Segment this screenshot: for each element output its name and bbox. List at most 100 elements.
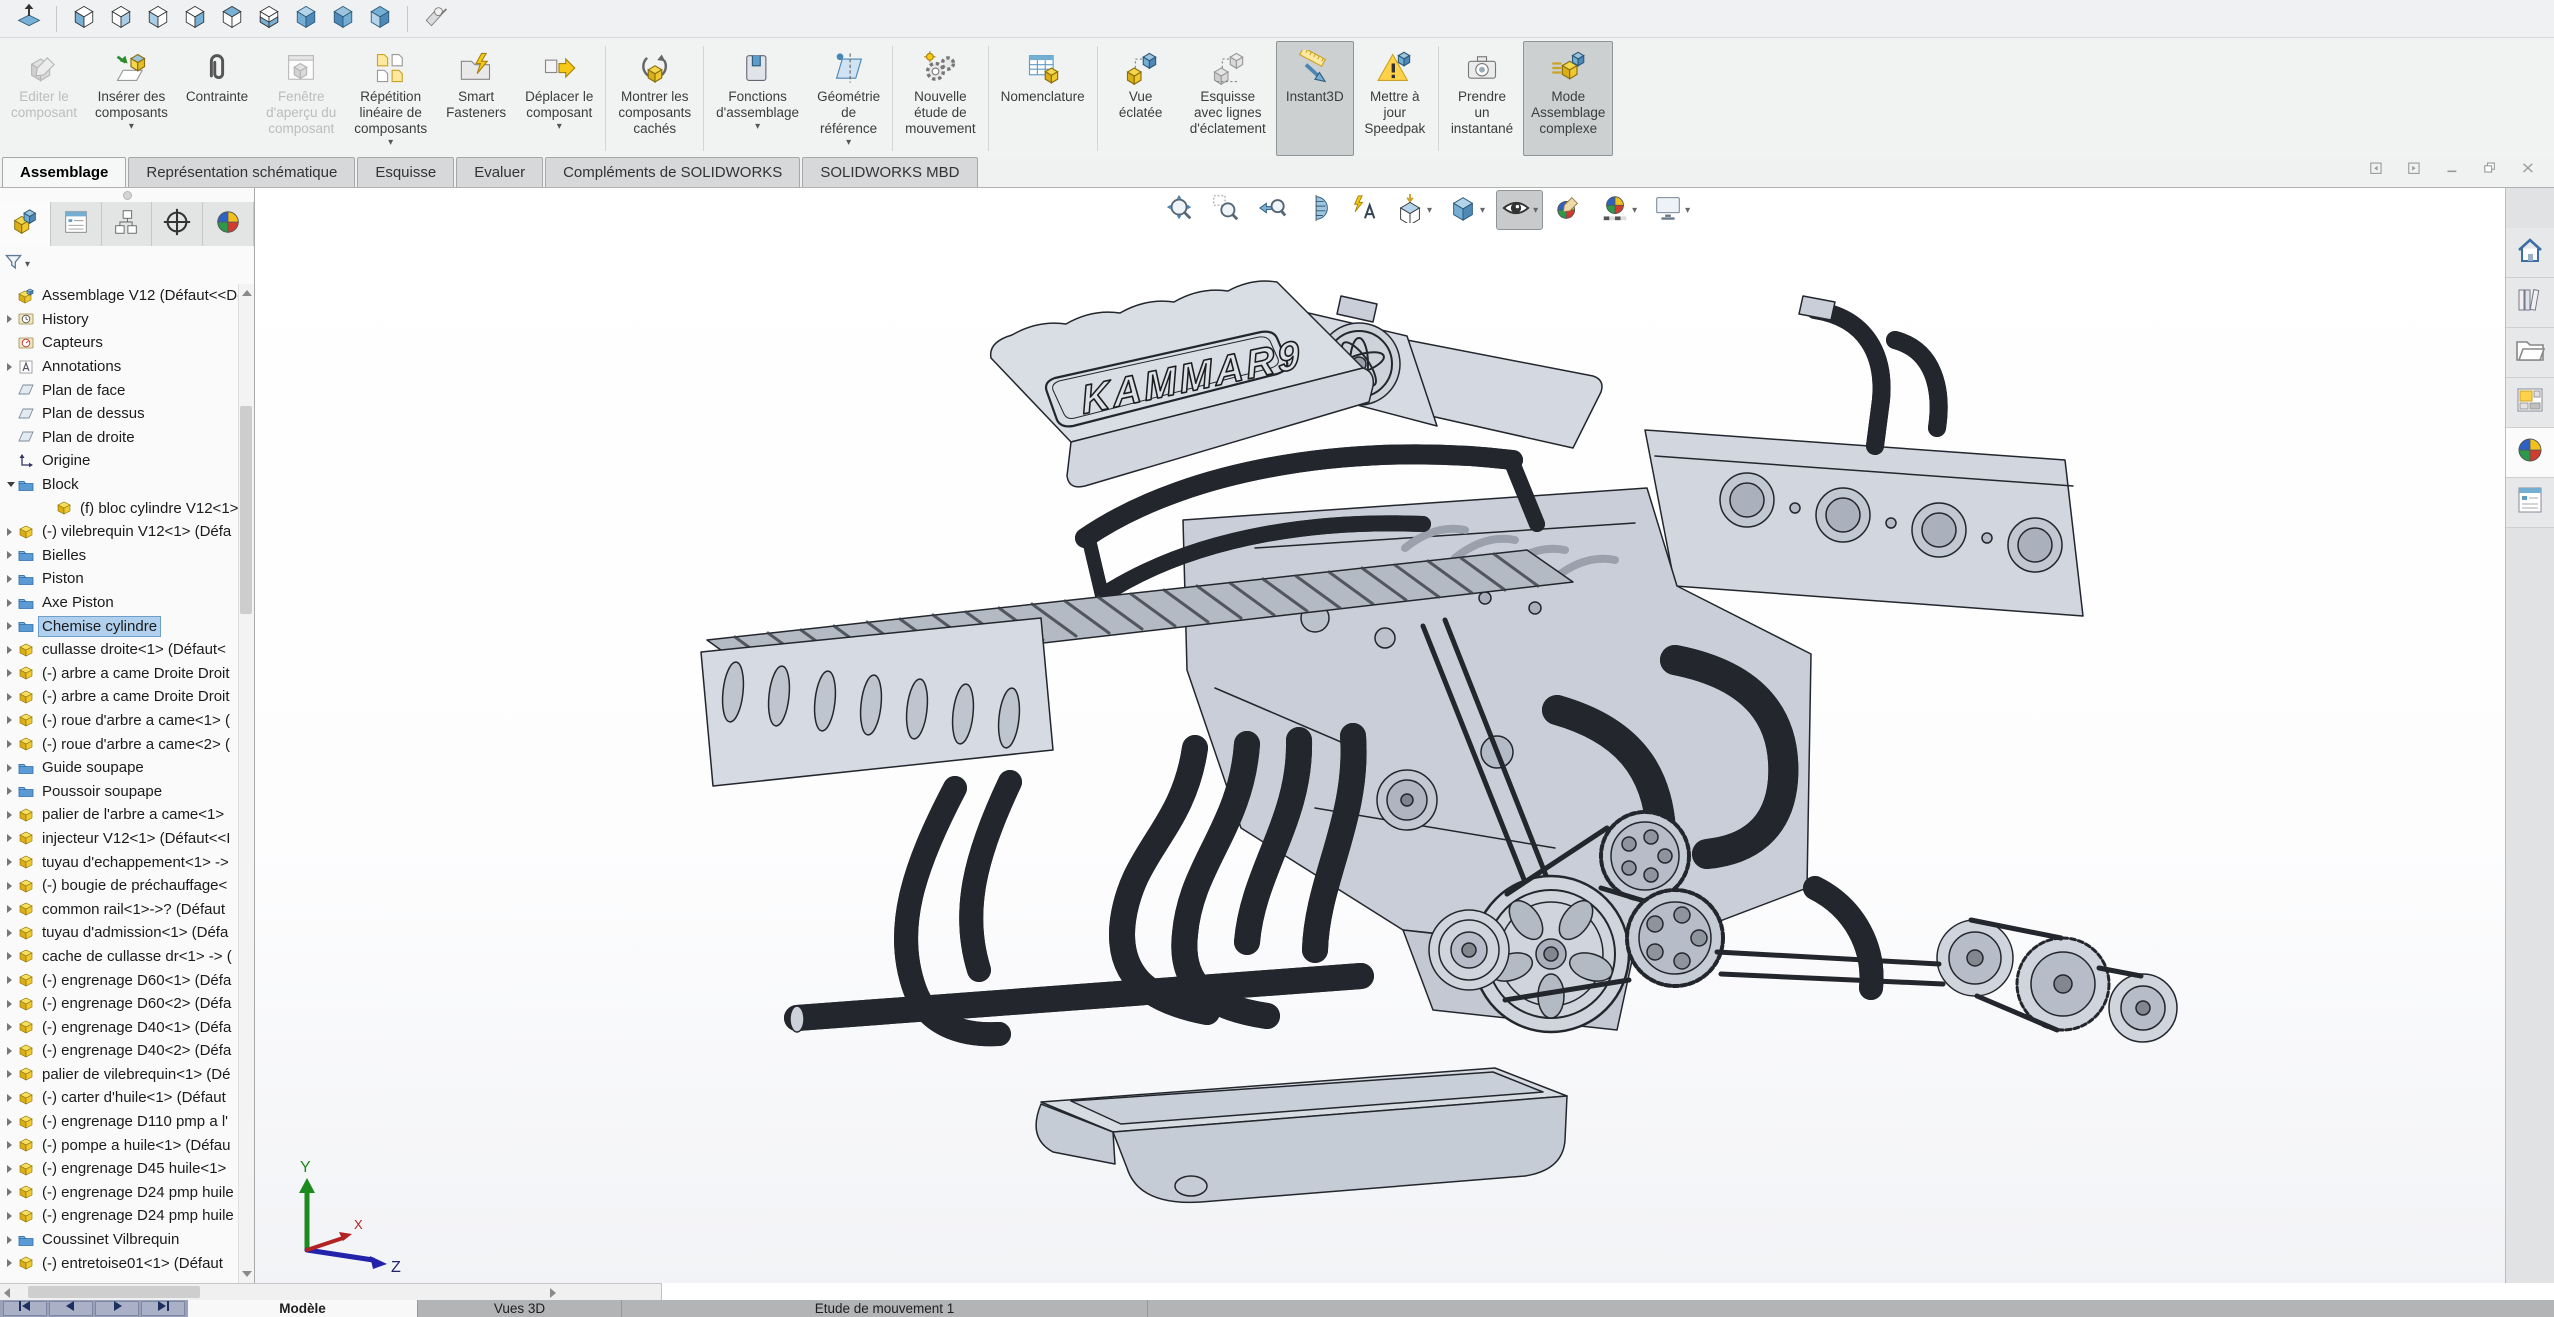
expand-arrow-icon[interactable] [7, 1259, 18, 1267]
tree-item[interactable]: Block [0, 473, 240, 497]
ribbon-button-move-component[interactable]: Déplacer le composant▾ [517, 41, 601, 156]
tree-item[interactable]: (-) roue d'arbre a came<1> ( [0, 709, 240, 733]
tab-representation-schematique[interactable]: Représentation schématique [128, 157, 355, 187]
zoom-to-area-button[interactable] [1206, 190, 1246, 230]
ribbon-button-bill-of-materials[interactable]: Nomenclature [993, 41, 1093, 156]
chevron-down-icon[interactable]: ▾ [557, 122, 562, 132]
edit-appearance-button[interactable] [1549, 190, 1589, 230]
expand-arrow-icon[interactable] [7, 1212, 18, 1220]
expand-arrow-icon[interactable] [7, 764, 18, 772]
expand-arrow-icon[interactable] [7, 858, 18, 866]
tree-item[interactable]: (-) arbre a came Droite Droit [0, 662, 240, 686]
collapse-pane-left-button[interactable] [2364, 161, 2394, 187]
expand-arrow-icon[interactable] [7, 363, 18, 371]
ribbon-button-insert-components[interactable]: Insérer des composants▾ [87, 41, 176, 156]
configurationmanager-tab[interactable] [102, 202, 153, 246]
tree-item[interactable]: Capteurs [0, 331, 240, 355]
chevron-down-icon[interactable]: ▾ [1480, 205, 1485, 216]
minimize-window-button[interactable] [2440, 161, 2470, 187]
ribbon-button-smart-fasteners[interactable]: Smart Fasteners [437, 41, 515, 156]
chevron-down-icon[interactable]: ▾ [1632, 205, 1637, 216]
taskpane-custom-properties-button[interactable] [2506, 478, 2554, 528]
taskpane-design-library-button[interactable] [2506, 278, 2554, 328]
ribbon-button-new-motion-study[interactable]: Nouvelle étude de mouvement [897, 41, 984, 156]
expand-arrow-icon[interactable] [7, 646, 18, 654]
view-top[interactable] [215, 3, 249, 35]
expand-arrow-icon[interactable] [7, 551, 18, 559]
ribbon-button-instant3d[interactable]: Instant3D [1276, 41, 1354, 156]
expand-arrow-icon[interactable] [7, 315, 18, 323]
collapse-arrow-icon[interactable] [7, 482, 18, 487]
tree-item[interactable]: Chemise cylindre [0, 614, 240, 638]
tree-item[interactable]: (-) engrenage D40<2> (Défa [0, 1039, 240, 1063]
filter-caret-icon[interactable]: ▾ [25, 259, 30, 270]
tree-item[interactable]: tuyau d'echappement<1> -> [0, 850, 240, 874]
tree-item[interactable]: (-) engrenage D60<1> (Défa [0, 968, 240, 992]
tree-item[interactable]: cullasse droite<1> (Défaut< [0, 638, 240, 662]
chevron-down-icon[interactable]: ▾ [388, 138, 393, 148]
featuremanager-tab[interactable] [0, 202, 51, 246]
tree-item[interactable]: tuyau d'admission<1> (Défa [0, 921, 240, 945]
tree-item[interactable]: Plan de droite [0, 426, 240, 450]
ribbon-button-show-hidden-components[interactable]: Montrer les composants cachés [610, 41, 699, 156]
view-left[interactable] [141, 3, 175, 35]
tab-evaluer[interactable]: Evaluer [456, 157, 543, 187]
expand-arrow-icon[interactable] [7, 905, 18, 913]
taskpane-file-explorer-button[interactable] [2506, 328, 2554, 378]
view-bottom[interactable] [252, 3, 286, 35]
ribbon-button-reference-geometry[interactable]: Géométrie de référence▾ [809, 41, 888, 156]
motion-first-button[interactable] [3, 1301, 47, 1316]
expand-arrow-icon[interactable] [7, 1000, 18, 1008]
tree-item[interactable]: (-) engrenage D110 pmp a l' [0, 1110, 240, 1134]
view-settings-button[interactable]: ▾ [1648, 190, 1695, 230]
tree-item[interactable]: cache de cullasse dr<1> -> ( [0, 945, 240, 969]
tree-item[interactable]: injecteur V12<1> (Défaut<<I [0, 827, 240, 851]
expand-arrow-icon[interactable] [7, 1070, 18, 1078]
expand-arrow-icon[interactable] [7, 1023, 18, 1031]
collapse-pane-right-button[interactable] [2402, 161, 2432, 187]
ribbon-button-assembly-features[interactable]: Fonctions d'assemblage▾ [708, 41, 807, 156]
chevron-down-icon[interactable]: ▾ [1685, 205, 1690, 216]
engine-model[interactable]: KAMMAR9 Y Z X [255, 188, 2505, 1283]
ribbon-button-linear-component-pattern[interactable]: Répétition linéaire de composants▾ [346, 41, 435, 156]
tree-item[interactable]: (-) engrenage D40<1> (Défa [0, 1015, 240, 1039]
tab-vues-3d[interactable]: Vues 3D [418, 1300, 622, 1317]
expand-arrow-icon[interactable] [7, 811, 18, 819]
expand-arrow-icon[interactable] [7, 1236, 18, 1244]
tree-item[interactable]: (-) engrenage D45 huile<1> [0, 1157, 240, 1181]
restore-window-button[interactable] [2478, 161, 2508, 187]
tree-item[interactable]: (-) engrenage D24 pmp huile [0, 1204, 240, 1228]
tree-item[interactable]: (-) vilebrequin V12<1> (Défa [0, 520, 240, 544]
view-right[interactable] [178, 3, 212, 35]
scroll-left-icon[interactable] [4, 1288, 10, 1298]
tree-item[interactable]: (-) bougie de préchauffage< [0, 874, 240, 898]
tree-item[interactable]: (-) engrenage D60<2> (Défa [0, 992, 240, 1016]
chevron-down-icon[interactable]: ▾ [1427, 205, 1432, 216]
ribbon-button-large-assembly-mode[interactable]: Mode Assemblage complexe [1523, 41, 1613, 156]
expand-arrow-icon[interactable] [7, 1118, 18, 1126]
tool-magnify[interactable] [418, 3, 452, 35]
tree-item[interactable]: Piston [0, 567, 240, 591]
expand-arrow-icon[interactable] [7, 1047, 18, 1055]
tree-item[interactable]: (-) entretoise01<1> (Défaut [0, 1251, 240, 1275]
tree-item[interactable]: Bielles [0, 544, 240, 568]
chevron-down-icon[interactable]: ▾ [1533, 205, 1538, 216]
chevron-down-icon[interactable]: ▾ [755, 122, 760, 132]
expand-arrow-icon[interactable] [7, 716, 18, 724]
tab-esquisse[interactable]: Esquisse [357, 157, 454, 187]
expand-arrow-icon[interactable] [7, 1141, 18, 1149]
motion-last-button[interactable] [141, 1301, 185, 1316]
ribbon-button-update-speedpak[interactable]: Mettre à jour Speedpak [1356, 41, 1434, 156]
view-normal-to[interactable] [12, 3, 46, 35]
zoom-to-fit-button[interactable] [1160, 190, 1200, 230]
expand-arrow-icon[interactable] [7, 1094, 18, 1102]
panel-splitter[interactable] [0, 188, 254, 202]
view-annotations-button[interactable] [1344, 190, 1384, 230]
tab-solidworks-mbd[interactable]: SOLIDWORKS MBD [802, 157, 977, 187]
tree-item[interactable]: Axe Piston [0, 591, 240, 615]
tree-item[interactable]: Guide soupape [0, 756, 240, 780]
tree-item[interactable]: Origine [0, 449, 240, 473]
expand-arrow-icon[interactable] [7, 575, 18, 583]
ribbon-button-mate[interactable]: Contrainte [178, 41, 256, 156]
expand-arrow-icon[interactable] [7, 787, 18, 795]
